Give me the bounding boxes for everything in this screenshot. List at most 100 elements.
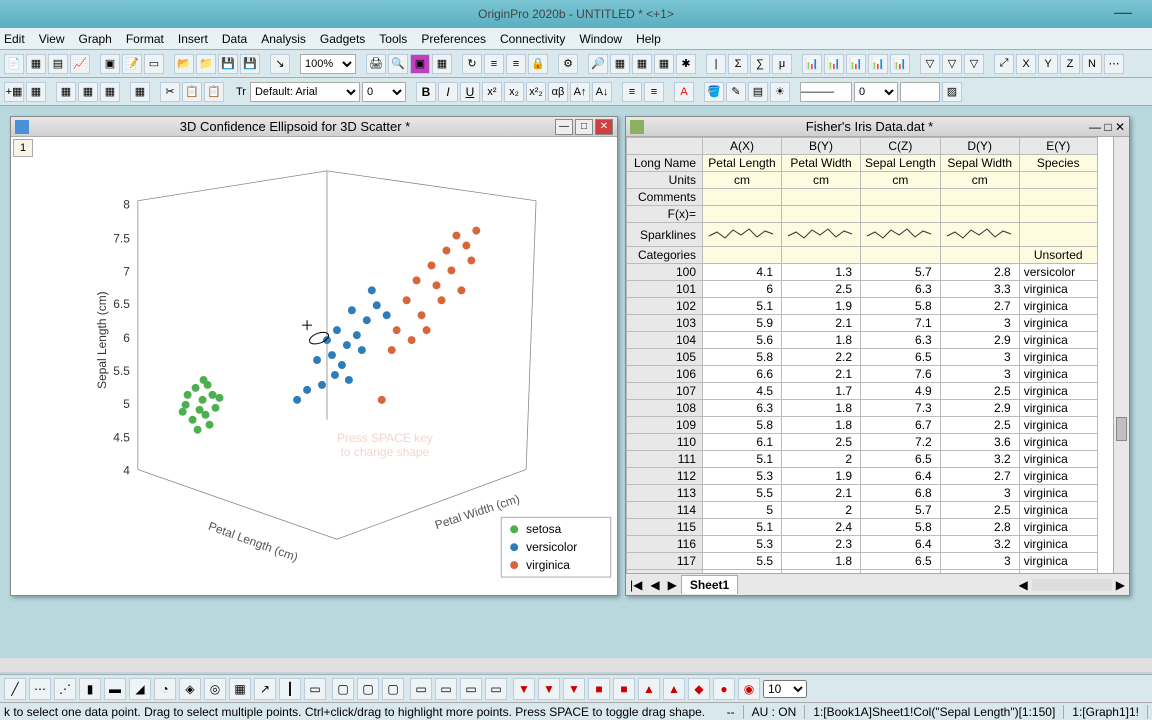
save-template-icon[interactable]: 💾	[240, 54, 260, 74]
subscript-icon[interactable]: x₂	[504, 82, 524, 102]
red8-icon[interactable]: ◆	[688, 678, 710, 700]
3d-plot-icon[interactable]: ◈	[179, 678, 201, 700]
batch-icon[interactable]: ⚙	[558, 54, 578, 74]
red9-icon[interactable]: ●	[713, 678, 735, 700]
open-icon[interactable]: 📂	[174, 54, 194, 74]
hscroll-left[interactable]: ◀	[1015, 578, 1032, 592]
increase-font-icon[interactable]: A↑	[570, 82, 590, 102]
col-plot2-icon[interactable]: 📊	[824, 54, 844, 74]
sheet-nav-prev[interactable]: ◀	[646, 578, 663, 592]
red3-icon[interactable]: ▼	[563, 678, 585, 700]
mask2-icon[interactable]: ▢	[357, 678, 379, 700]
red5-icon[interactable]: ■	[613, 678, 635, 700]
filter2-icon[interactable]: ▽	[942, 54, 962, 74]
sheet-tab-1[interactable]: Sheet1	[681, 575, 738, 594]
bold-icon[interactable]: B	[416, 82, 436, 102]
save-icon[interactable]: 💾	[218, 54, 238, 74]
new-excel-icon[interactable]: ▤	[48, 54, 68, 74]
print-icon[interactable]: 🖨	[366, 54, 386, 74]
vector-icon[interactable]: ↗	[254, 678, 276, 700]
red6-icon[interactable]: ▲	[638, 678, 660, 700]
new-graph-icon[interactable]: 📈	[70, 54, 90, 74]
contour-icon[interactable]: ◎	[204, 678, 226, 700]
stock-icon[interactable]: ┃	[279, 678, 301, 700]
new-workbook-icon[interactable]: ▦	[26, 54, 46, 74]
copy-icon[interactable]: 📋	[182, 82, 202, 102]
vertical-scrollbar[interactable]	[1113, 137, 1129, 573]
italic-icon[interactable]: I	[438, 82, 458, 102]
recalc2-icon[interactable]: ≡	[506, 54, 526, 74]
new-notes-icon[interactable]: 📝	[122, 54, 142, 74]
hatch-icon[interactable]: ▨	[942, 82, 962, 102]
add-col-icon[interactable]: +▦	[4, 82, 24, 102]
x-icon[interactable]: X	[1016, 54, 1036, 74]
col-plot1-icon[interactable]: 📊	[802, 54, 822, 74]
scroll-thumb[interactable]	[1116, 417, 1127, 441]
supersub-icon[interactable]: x²₂	[526, 82, 546, 102]
recalc-icon[interactable]: ≡	[484, 54, 504, 74]
new-matrix-icon[interactable]: ▣	[100, 54, 120, 74]
graph-titlebar[interactable]: 3D Confidence Ellipsoid for 3D Scatter *…	[11, 117, 617, 137]
paste-icon[interactable]: 📋	[204, 82, 224, 102]
line-style-select[interactable]	[800, 82, 852, 102]
font-color-icon[interactable]: A	[674, 82, 694, 102]
menu-insert[interactable]: Insert	[178, 32, 208, 46]
sheet-nav-first[interactable]: |◀	[626, 578, 646, 592]
col-plot4-icon[interactable]: 📊	[868, 54, 888, 74]
red7-icon[interactable]: ▲	[663, 678, 685, 700]
menu-view[interactable]: View	[39, 32, 65, 46]
zoom-select[interactable]: 100%	[300, 54, 356, 74]
fill-icon[interactable]: 🪣	[704, 82, 724, 102]
none-icon[interactable]: N	[1082, 54, 1102, 74]
tb-icon-3[interactable]: ▦	[56, 82, 76, 102]
menu-preferences[interactable]: Preferences	[421, 32, 486, 46]
menu-help[interactable]: Help	[636, 32, 661, 46]
roi4-icon[interactable]: ▭	[485, 678, 507, 700]
align-icon[interactable]: ≡	[622, 82, 642, 102]
symbol-size-select[interactable]: 10	[763, 680, 807, 698]
menu-data[interactable]: Data	[222, 32, 247, 46]
new-project-icon[interactable]: 📄	[4, 54, 24, 74]
data-grid[interactable]: A(X)B(Y)C(Z)D(Y)E(Y)Long NamePetal Lengt…	[626, 137, 1129, 573]
stats2-icon[interactable]: ∑	[750, 54, 770, 74]
area-plot-icon[interactable]: ◢	[129, 678, 151, 700]
column-plot-icon[interactable]: ▮	[79, 678, 101, 700]
fontsize-select[interactable]: 0	[362, 82, 406, 102]
z-icon[interactable]: Z	[1060, 54, 1080, 74]
menu-window[interactable]: Window	[579, 32, 622, 46]
lock-icon[interactable]: 🔒	[528, 54, 548, 74]
line-scatter-icon[interactable]: ⋰	[54, 678, 76, 700]
digitize3-icon[interactable]: ▦	[654, 54, 674, 74]
menu-connectivity[interactable]: Connectivity	[500, 32, 565, 46]
pie-plot-icon[interactable]: ◔	[154, 678, 176, 700]
line-width-select[interactable]: 0	[854, 82, 898, 102]
digitize-icon[interactable]: ▦	[610, 54, 630, 74]
roi2-icon[interactable]: ▭	[435, 678, 457, 700]
roi3-icon[interactable]: ▭	[460, 678, 482, 700]
menu-graph[interactable]: Graph	[78, 32, 111, 46]
sheet-nav-next[interactable]: ▶	[664, 578, 681, 592]
hscroll-right[interactable]: ▶	[1112, 578, 1129, 592]
menu-edit[interactable]: Edit	[4, 32, 25, 46]
data-min-button[interactable]: —	[1089, 120, 1101, 134]
slide-icon[interactable]: ▣	[410, 54, 430, 74]
more-icon[interactable]: ⋯	[1104, 54, 1124, 74]
filter3-icon[interactable]: ▽	[964, 54, 984, 74]
graph-close-button[interactable]: ✕	[595, 119, 613, 135]
greek-icon[interactable]: αβ	[548, 82, 568, 102]
minimize-icon[interactable]: —	[1114, 2, 1132, 23]
digitize2-icon[interactable]: ▦	[632, 54, 652, 74]
find-icon[interactable]: 🔎	[588, 54, 608, 74]
rescale-icon[interactable]: ⤢	[994, 54, 1014, 74]
stats3-icon[interactable]: μ	[772, 54, 792, 74]
surface-icon[interactable]: ▦	[229, 678, 251, 700]
col-plot5-icon[interactable]: 📊	[890, 54, 910, 74]
data-max-button[interactable]: □	[1104, 120, 1111, 134]
red2-icon[interactable]: ▼	[538, 678, 560, 700]
tb-icon-6[interactable]: ▦	[130, 82, 150, 102]
underline-icon[interactable]: U	[460, 82, 480, 102]
workspace-hscroll[interactable]	[0, 658, 1152, 672]
plot-area[interactable]: 4 4.5 5 5.5 6 6.5 7 7.5 8 Sepal Length (…	[37, 141, 613, 591]
red1-icon[interactable]: ▼	[513, 678, 535, 700]
line-preview[interactable]	[900, 82, 940, 102]
